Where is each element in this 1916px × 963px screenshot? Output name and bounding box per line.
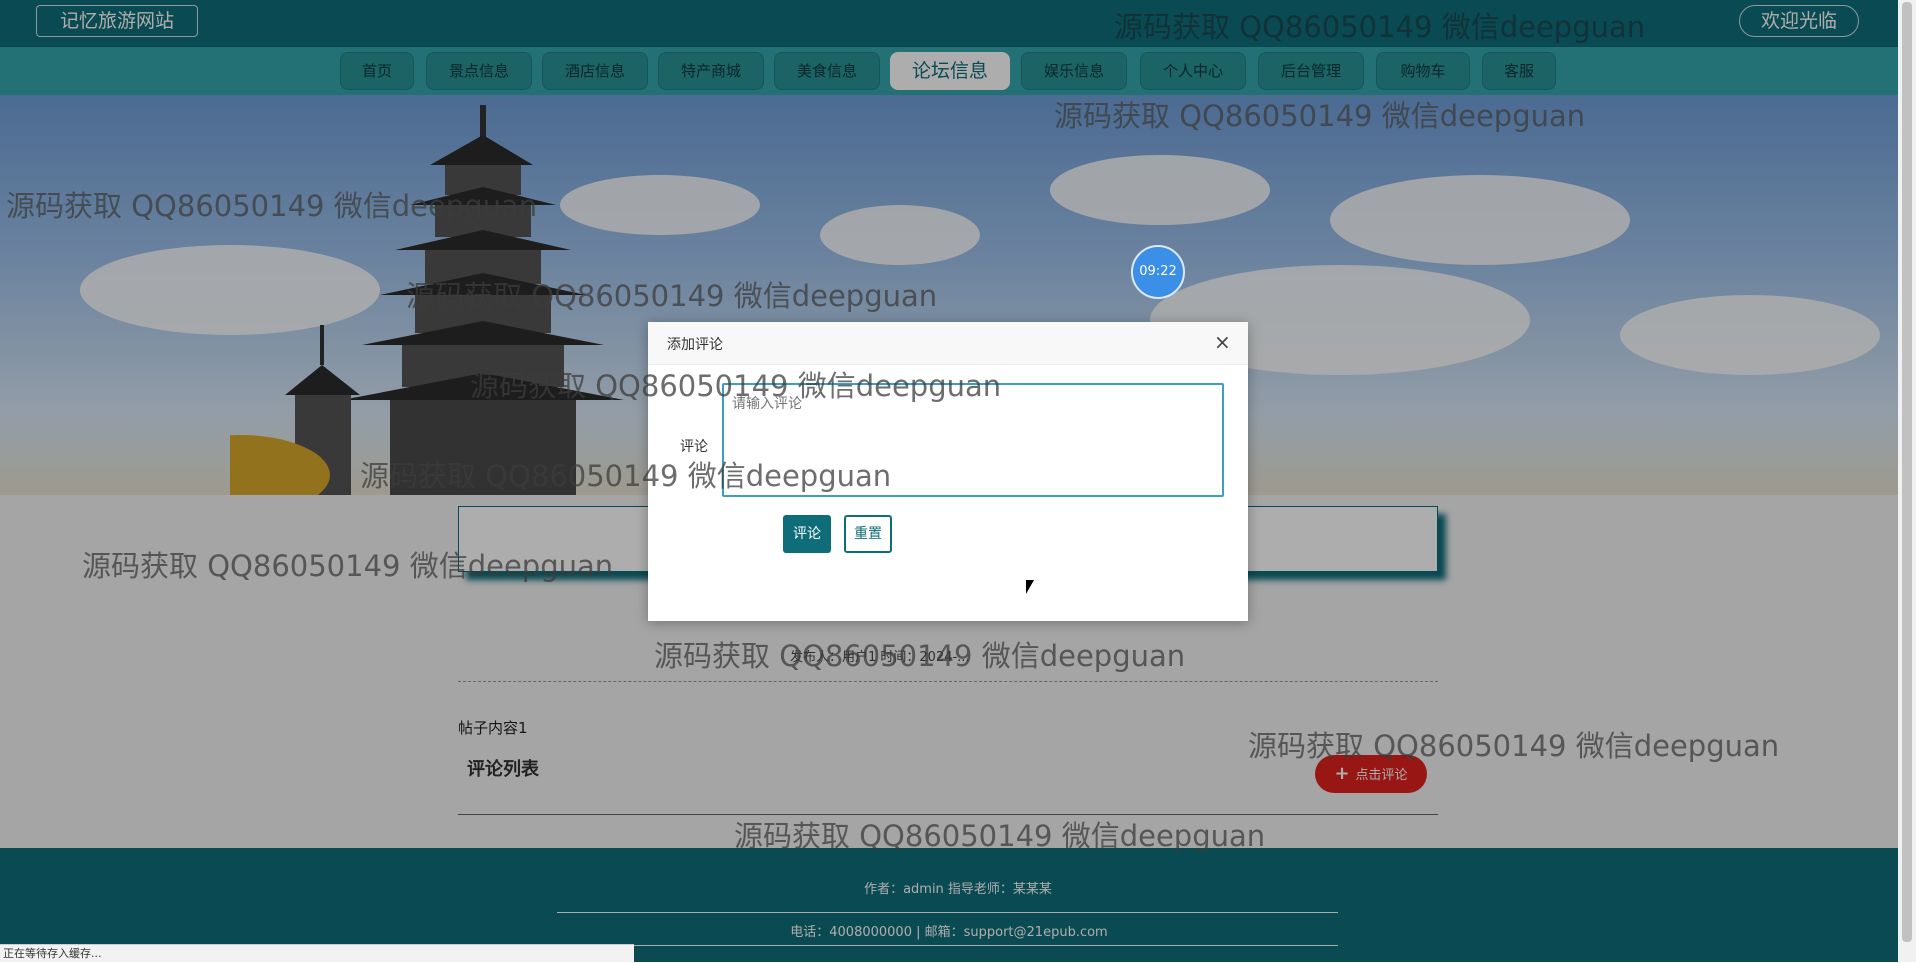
watermark-text: 源码获取 QQ86050149 微信deepguan xyxy=(654,639,1186,673)
watermark-text: 源码获取 QQ86050149 微信deepguan xyxy=(470,369,1002,403)
watermark-text: 源码获取 QQ86050149 微信deepguan xyxy=(734,819,1266,853)
watermark-text: 源码获取 QQ86050149 微信deepguan xyxy=(360,459,892,493)
watermark-text: 源码获取 QQ86050149 微信deepguan xyxy=(406,279,938,313)
dialog-title: 添加评论 xyxy=(667,337,723,353)
close-icon[interactable]: × xyxy=(1214,330,1231,354)
watermark-text: 源码获取 QQ86050149 微信deepguan xyxy=(1248,729,1780,763)
clock-widget: 09:22 xyxy=(1131,245,1185,299)
dialog-header: 添加评论 × xyxy=(648,322,1248,365)
reset-button[interactable]: 重置 xyxy=(844,515,892,553)
submit-comment-button[interactable]: 评论 xyxy=(783,515,831,553)
watermark-text: 源码获取 QQ86050149 微信deepguan xyxy=(1114,10,1646,44)
scrollbar[interactable] xyxy=(1898,0,1916,962)
watermark-text: 源码获取 QQ86050149 微信deepguan xyxy=(1054,99,1586,133)
scroll-thumb[interactable] xyxy=(1902,2,1912,942)
status-bar: 正在等待存入缓存... xyxy=(0,944,634,962)
watermark-text: 源码获取 QQ86050149 微信deepguan xyxy=(82,549,614,583)
mouse-cursor-icon xyxy=(1026,580,1034,594)
watermark-text: 源码获取 QQ86050149 微信deepguan xyxy=(6,189,538,223)
